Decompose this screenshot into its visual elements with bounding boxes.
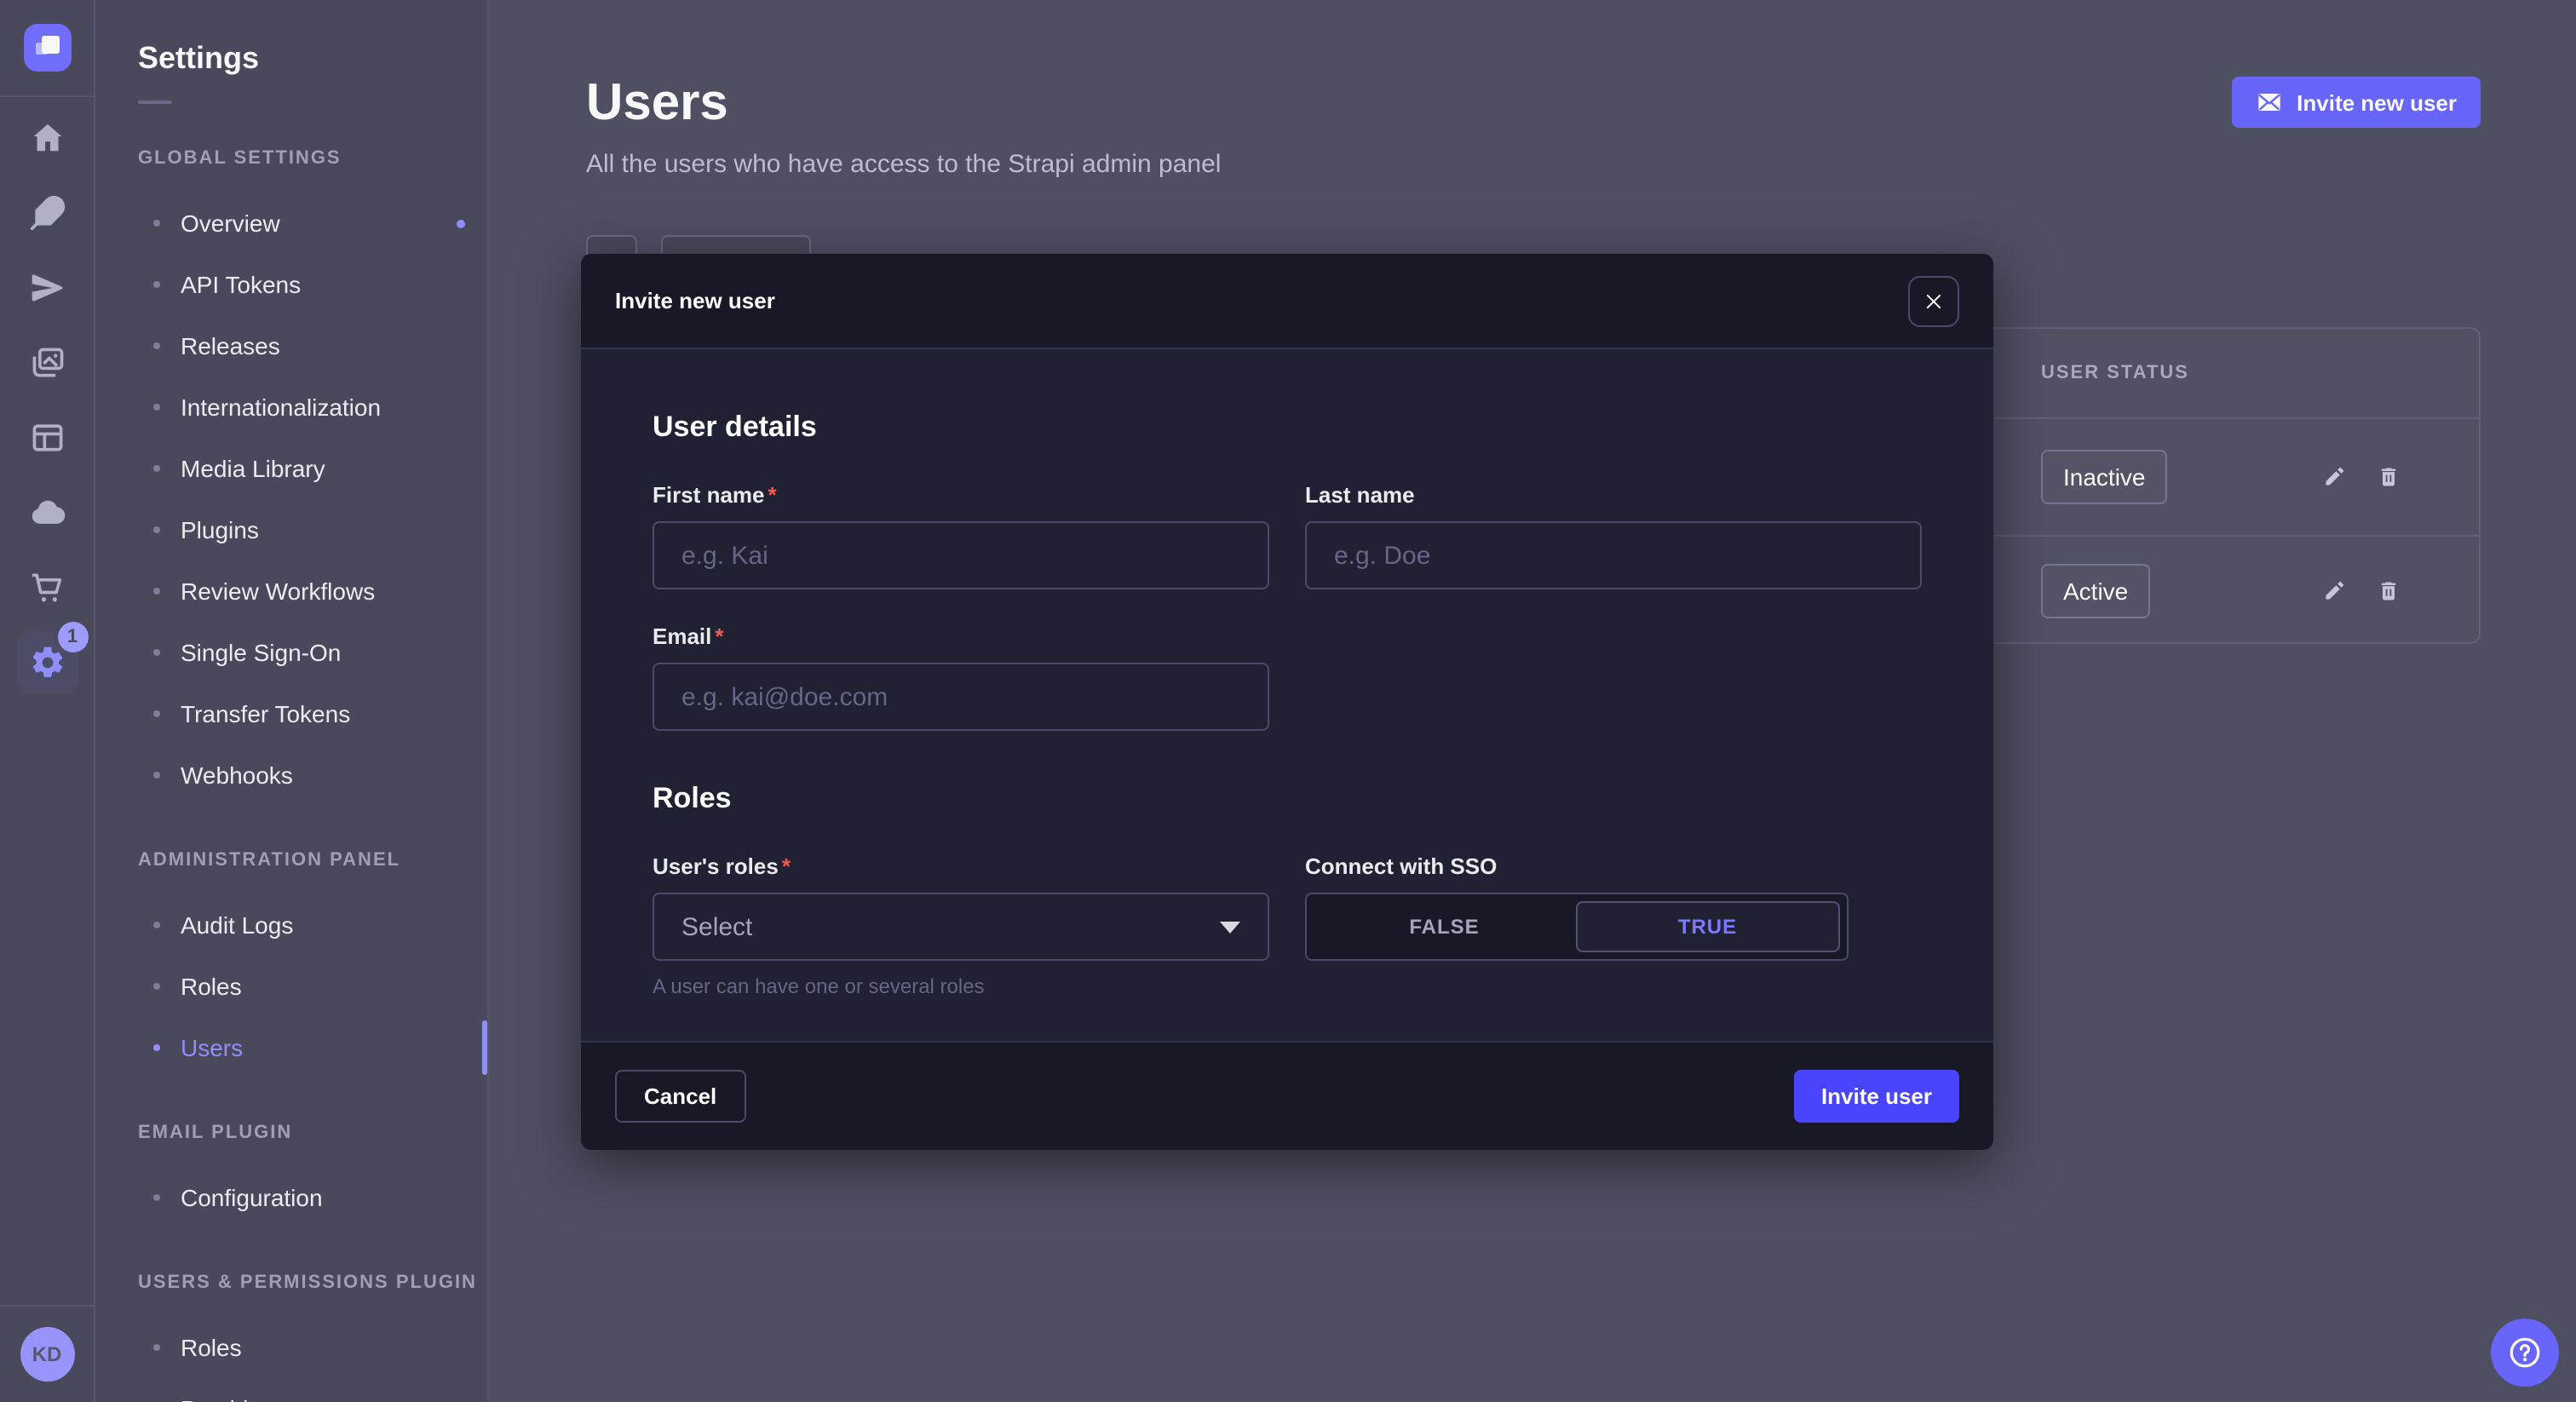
invite-new-user-modal: Invite new user User details First name* xyxy=(581,254,1993,1150)
select-value: Select xyxy=(681,912,752,941)
first-name-fieldset: First name* xyxy=(653,482,1269,589)
roles-heading: Roles xyxy=(653,782,1922,816)
sso-toggle: FALSE TRUE xyxy=(1305,893,1849,961)
close-icon xyxy=(1923,290,1944,311)
chevron-down-icon xyxy=(1220,921,1240,933)
required-mark: * xyxy=(782,853,791,879)
first-name-field[interactable] xyxy=(653,521,1269,589)
close-button[interactable] xyxy=(1908,275,1959,326)
last-name-fieldset: Last name xyxy=(1305,482,1922,589)
sso-option-false[interactable]: FALSE xyxy=(1314,901,1575,952)
last-name-label: Last name xyxy=(1305,482,1922,508)
last-name-field[interactable] xyxy=(1305,521,1922,589)
roles-helper-text: A user can have one or several roles xyxy=(653,974,1269,998)
modal-title: Invite new user xyxy=(615,288,775,313)
email-field[interactable] xyxy=(653,663,1269,731)
users-roles-label: User's roles* xyxy=(653,853,1269,879)
strapi-admin-app: 1 KD Settings GLOBAL SETTINGS Overview A… xyxy=(0,0,2576,1402)
invite-user-submit-button[interactable]: Invite user xyxy=(1794,1070,1959,1123)
required-mark: * xyxy=(768,482,777,508)
sso-label: Connect with SSO xyxy=(1305,853,1922,879)
modal-header: Invite new user xyxy=(581,254,1993,349)
email-label: Email* xyxy=(653,623,1269,649)
first-name-label: First name* xyxy=(653,482,1269,508)
modal-footer: Cancel Invite user xyxy=(581,1041,1993,1150)
email-fieldset: Email* xyxy=(653,623,1269,731)
sso-option-true[interactable]: TRUE xyxy=(1575,901,1840,952)
cancel-button[interactable]: Cancel xyxy=(615,1070,745,1123)
sso-fieldset: Connect with SSO FALSE TRUE xyxy=(1305,853,1922,998)
user-details-heading: User details xyxy=(653,411,1922,445)
modal-body: User details First name* Last name xyxy=(581,349,1993,1041)
required-mark: * xyxy=(715,623,723,649)
users-roles-select[interactable]: Select xyxy=(653,893,1269,961)
users-roles-fieldset: User's roles* Select A user can have one… xyxy=(653,853,1269,998)
